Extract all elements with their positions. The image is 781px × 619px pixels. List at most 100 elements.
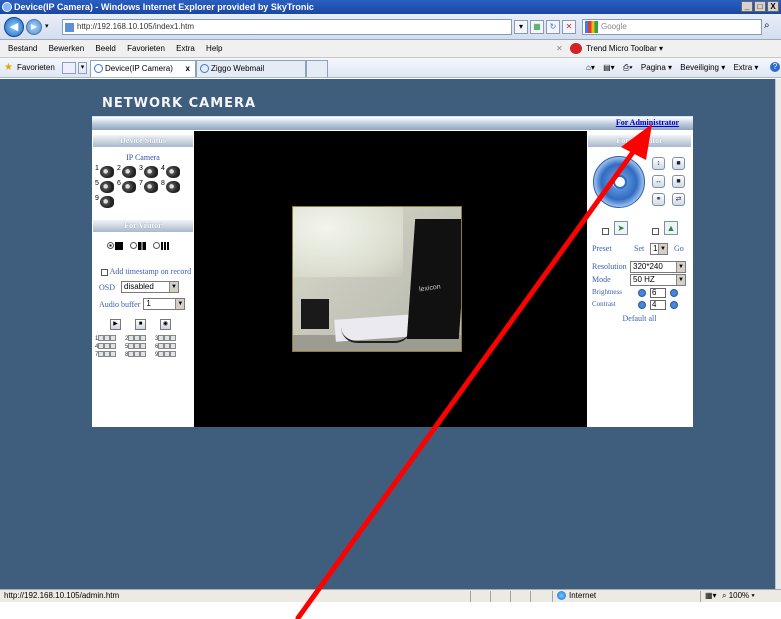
osd-value: disabled bbox=[124, 282, 154, 291]
channel-9[interactable]: 9 bbox=[155, 351, 185, 359]
refresh-icon[interactable]: ↻ bbox=[546, 20, 560, 34]
protected-mode-icon[interactable]: ▦▾ bbox=[705, 590, 717, 602]
mode-select[interactable]: 50 HZ ▼ bbox=[630, 274, 686, 286]
back-button[interactable]: ◀ bbox=[4, 17, 24, 37]
stop-horizontal-button[interactable]: ■ bbox=[672, 175, 685, 188]
minimize-button[interactable]: _ bbox=[741, 1, 753, 12]
contrast-down-icon[interactable] bbox=[638, 301, 646, 309]
channel-8[interactable]: 8 bbox=[125, 351, 155, 359]
io-off-button[interactable]: ⚭ bbox=[652, 193, 665, 206]
flip-checkbox[interactable] bbox=[602, 228, 609, 235]
brightness-down-icon[interactable] bbox=[638, 289, 646, 297]
zoom-level[interactable]: ⌕ 100% ▾ bbox=[722, 590, 755, 602]
history-dropdown-icon[interactable]: ▾ bbox=[45, 22, 49, 30]
ie-tab-icon bbox=[94, 64, 103, 73]
audio-buffer-select[interactable]: 1 ▼ bbox=[143, 298, 186, 310]
menu-item-extra[interactable]: Extra bbox=[176, 44, 195, 53]
new-tab-button[interactable] bbox=[306, 60, 328, 77]
google-icon bbox=[585, 21, 598, 33]
contrast-input[interactable]: 4 bbox=[650, 300, 666, 310]
camera-9-button[interactable]: 9 bbox=[95, 195, 117, 210]
vertical-scrollbar[interactable] bbox=[775, 79, 781, 589]
resolution-select[interactable]: 320*240 ▼ bbox=[630, 261, 686, 273]
security-zone[interactable]: Internet bbox=[557, 590, 596, 602]
close-window-button[interactable]: X bbox=[767, 1, 779, 12]
device-status-header: Device Status bbox=[93, 135, 193, 147]
close-tab-icon[interactable]: x bbox=[186, 61, 190, 77]
menu-item-bestand[interactable]: Bestand bbox=[8, 44, 37, 53]
mirror-checkbox[interactable] bbox=[652, 228, 659, 235]
search-placeholder: Google bbox=[601, 22, 627, 31]
channel-3[interactable]: 3 bbox=[155, 335, 185, 343]
menu-item-help[interactable]: Help bbox=[206, 44, 222, 53]
camera-icon bbox=[122, 166, 136, 178]
address-input[interactable]: http://192.168.10.105/index1.htm bbox=[62, 19, 512, 35]
menu-item-bewerken[interactable]: Bewerken bbox=[49, 44, 85, 53]
horizontal-patrol-button[interactable]: ↔ bbox=[652, 175, 665, 188]
help-icon[interactable]: ? bbox=[770, 62, 780, 72]
channel-5[interactable]: 5 bbox=[125, 343, 155, 351]
home-icon[interactable]: ⌂▾ bbox=[586, 63, 595, 72]
camera-6-button[interactable]: 6 bbox=[117, 180, 139, 195]
play-button[interactable]: ▶ bbox=[110, 319, 121, 330]
stop-icon[interactable]: ✕ bbox=[562, 20, 576, 34]
channel-6[interactable]: 6 bbox=[155, 343, 185, 351]
tab-device-ip-camera[interactable]: Device(IP Camera) x bbox=[90, 60, 196, 77]
favorites-button[interactable]: Favorieten bbox=[17, 63, 55, 72]
forward-button[interactable]: ▶ bbox=[26, 19, 42, 35]
single-view-radio[interactable] bbox=[107, 241, 123, 250]
camera-1-button[interactable]: 1 bbox=[95, 165, 117, 180]
quick-tabs-icon[interactable] bbox=[62, 62, 76, 74]
trend-toolbar[interactable]: ✕ Trend Micro Toolbar ▾ bbox=[556, 40, 663, 58]
go-preset-button[interactable]: Go bbox=[674, 244, 684, 253]
channel-7[interactable]: 7 bbox=[95, 351, 125, 359]
stop-vertical-button[interactable]: ■ bbox=[672, 157, 685, 170]
address-dropdown-button[interactable]: ▾ bbox=[514, 20, 528, 34]
osd-select[interactable]: disabled ▼ bbox=[121, 281, 180, 293]
vertical-patrol-button[interactable]: ↕ bbox=[652, 157, 665, 170]
channel-2[interactable]: 2 bbox=[125, 335, 155, 343]
extra-menu[interactable]: Extra ▾ bbox=[733, 63, 758, 72]
preset-select[interactable]: 1 ▼ bbox=[650, 243, 668, 255]
camera-8-button[interactable]: 8 bbox=[161, 180, 183, 195]
default-all-link[interactable]: Default all bbox=[588, 314, 691, 323]
resolution-label: Resolution bbox=[592, 262, 627, 271]
timestamp-checkbox[interactable] bbox=[101, 268, 108, 276]
io-on-button[interactable]: ⇄ bbox=[672, 193, 685, 206]
feeds-icon[interactable]: ▤▾ bbox=[603, 63, 615, 72]
camera-2-button[interactable]: 2 bbox=[117, 165, 139, 180]
search-input[interactable]: Google bbox=[582, 19, 762, 35]
tab-list-dropdown-icon[interactable]: ▾ bbox=[78, 62, 87, 74]
camera-5-button[interactable]: 5 bbox=[95, 180, 117, 195]
menu-item-beeld[interactable]: Beeld bbox=[95, 44, 115, 53]
quad-view-radio[interactable] bbox=[130, 241, 146, 250]
channel-1[interactable]: 1 bbox=[95, 335, 125, 343]
search-icon[interactable]: ⌕ bbox=[764, 20, 778, 34]
tab-ziggo-webmail[interactable]: Ziggo Webmail bbox=[196, 60, 306, 77]
ptz-direction-wheel[interactable] bbox=[593, 156, 645, 208]
compat-icon[interactable]: ▦ bbox=[530, 20, 544, 34]
brightness-input[interactable]: 6 bbox=[650, 288, 666, 298]
camera-icon bbox=[100, 166, 114, 178]
menu-item-favorieten[interactable]: Favorieten bbox=[127, 44, 165, 53]
stop-button[interactable]: ■ bbox=[135, 319, 146, 330]
chevron-down-icon: ▼ bbox=[175, 299, 185, 309]
nine-view-radio[interactable] bbox=[153, 241, 169, 250]
camera-3-button[interactable]: 3 bbox=[139, 165, 161, 180]
channel-4[interactable]: 4 bbox=[95, 343, 125, 351]
camera-4-button[interactable]: 4 bbox=[161, 165, 183, 180]
favorites-star-icon[interactable]: ★ bbox=[4, 62, 13, 73]
camera-7-button[interactable]: 7 bbox=[139, 180, 161, 195]
security-menu[interactable]: Beveiliging ▾ bbox=[680, 63, 725, 72]
snapshot-button[interactable]: ◉ bbox=[160, 319, 171, 330]
camera-number: 7 bbox=[139, 180, 143, 187]
maximize-button[interactable]: □ bbox=[754, 1, 766, 12]
print-icon[interactable]: ⎙▾ bbox=[623, 63, 633, 72]
close-toolbar-icon[interactable]: ✕ bbox=[556, 40, 563, 58]
contrast-up-icon[interactable] bbox=[670, 301, 678, 309]
set-preset-button[interactable]: Set bbox=[634, 244, 644, 253]
for-administrator-link[interactable]: For Administrator bbox=[616, 118, 679, 127]
brightness-up-icon[interactable] bbox=[670, 289, 678, 297]
address-toolbar: ◀ ▶ ▾ http://192.168.10.105/index1.htm ▾… bbox=[0, 14, 781, 40]
page-menu[interactable]: Pagina ▾ bbox=[641, 63, 672, 72]
